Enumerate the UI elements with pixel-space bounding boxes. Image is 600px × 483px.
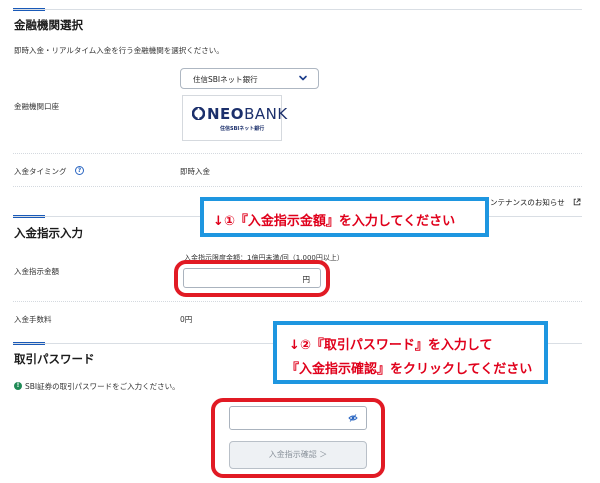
bank-select-title: 金融機関選択 — [14, 18, 83, 32]
eye-slash-icon[interactable] — [348, 413, 358, 423]
callout-step-2-line1: ↓②『取引パスワード』を入力して — [289, 338, 493, 353]
callout-step-1-text: ↓①『入金指示金額』を入力してください — [213, 214, 456, 229]
maintenance-notice-link[interactable]: ンテナンスのお知らせ — [490, 197, 565, 208]
deposit-timing-value: 即時入金 — [180, 167, 210, 176]
question-circle-icon[interactable]: ? — [75, 166, 84, 175]
amount-unit: 円 — [302, 275, 311, 284]
bank-select-dropdown[interactable]: 住信SBIネット銀行 — [180, 68, 319, 89]
info-circle-icon: ! — [14, 382, 22, 390]
chevron-down-icon — [299, 75, 307, 81]
row-divider — [13, 186, 582, 187]
callout-step-2: ↓②『取引パスワード』を入力して 『入金指示確認』をクリックしてください — [273, 321, 548, 384]
logo-text-bank: BANK — [244, 105, 288, 123]
deposit-amount-label: 入金指示金額 — [14, 267, 59, 276]
row-divider — [13, 301, 582, 302]
bank-select-description: 即時入金・リアルタイム入金を行う金融機関を選択ください。 — [14, 46, 224, 55]
deposit-input-title: 入金指示入力 — [14, 226, 83, 240]
neobank-logo-text: NEOBANK — [207, 105, 288, 123]
deposit-fee-label: 入金手数料 — [14, 315, 52, 324]
trade-password-input[interactable] — [229, 406, 367, 430]
deposit-fee-value: 0円 — [180, 315, 193, 324]
row-divider — [13, 153, 582, 154]
deposit-confirm-button[interactable]: 入金指示確認 ＞ — [229, 441, 367, 469]
neobank-logo-subtext: 住信SBIネット銀行 — [220, 126, 265, 132]
password-instruction: SBI証券の取引パスワードをご入力ください。 — [25, 382, 180, 391]
external-link-icon[interactable] — [573, 198, 581, 206]
deposit-timing-label: 入金タイミング — [14, 167, 67, 176]
password-title: 取引パスワード — [14, 352, 95, 366]
neobank-mark-icon — [192, 107, 205, 120]
callout-step-2-line2: 『入金指示確認』をクリックしてください — [286, 362, 533, 377]
selected-bank-value: 住信SBIネット銀行 — [193, 75, 258, 84]
section-divider-bank — [13, 9, 582, 10]
callout-step-1: ↓①『入金指示金額』を入力してください — [200, 197, 489, 237]
logo-text-neo: NEO — [207, 105, 245, 123]
bank-account-label: 金融機関口座 — [14, 102, 59, 111]
deposit-amount-input[interactable]: 円 — [183, 268, 321, 288]
neobank-logo: NEOBANK 住信SBIネット銀行 — [182, 95, 287, 141]
